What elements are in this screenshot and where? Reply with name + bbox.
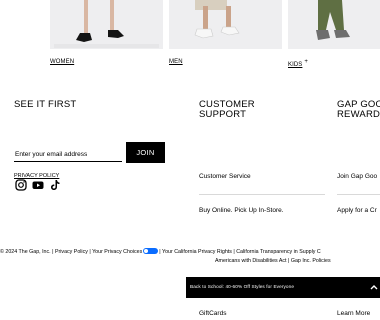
promo-text: Back to School: 40-60% Off Styles for Ev… bbox=[190, 284, 295, 289]
kids-product-image[interactable] bbox=[288, 0, 380, 49]
youtube-icon[interactable] bbox=[32, 179, 44, 191]
category-link-kids[interactable]: KIDS + bbox=[288, 59, 308, 68]
join-gap-good-rewards-link[interactable]: Join Gap Goo bbox=[337, 173, 377, 180]
learn-more-link[interactable]: Learn More bbox=[337, 310, 370, 317]
legal-text-end[interactable]: | Your California Privacy Rights | Calif… bbox=[159, 249, 320, 255]
men-product-image[interactable] bbox=[169, 0, 282, 49]
divider bbox=[199, 194, 325, 195]
customer-support-heading: CUSTOMER SUPPORT bbox=[199, 100, 255, 120]
rewards-heading: GAP GOO REWARDS bbox=[337, 100, 380, 120]
women-product-image[interactable] bbox=[50, 0, 163, 49]
customer-support-heading-line2: SUPPORT bbox=[199, 109, 247, 120]
join-button[interactable]: JOIN bbox=[126, 142, 165, 163]
buy-online-pick-up-link[interactable]: Buy Online. Pick Up In-Store. bbox=[199, 207, 284, 214]
privacy-choices-toggle-icon[interactable] bbox=[143, 248, 159, 254]
see-it-first-heading: SEE IT FIRST bbox=[14, 99, 77, 110]
rewards-heading-line2: REWARDS bbox=[337, 109, 380, 120]
email-field[interactable] bbox=[14, 150, 122, 162]
legal-row-2[interactable]: Americans with Disabilities Act | Gap In… bbox=[215, 257, 331, 266]
promo-banner[interactable]: Back to School: 40-60% Off Styles for Ev… bbox=[186, 277, 380, 298]
customer-service-link[interactable]: Customer Service bbox=[199, 173, 251, 180]
category-link-men[interactable]: MEN bbox=[169, 59, 183, 65]
tiktok-icon[interactable] bbox=[49, 179, 61, 191]
legal-row-1: © 2024 The Gap, Inc. | Privacy Policy | … bbox=[0, 248, 321, 257]
instagram-icon[interactable] bbox=[15, 179, 27, 191]
legal-text-start[interactable]: © 2024 The Gap, Inc. | Privacy Policy | … bbox=[0, 249, 142, 255]
gift-cards-link[interactable]: GiftCards bbox=[199, 310, 226, 317]
category-link-kids-label[interactable]: KIDS bbox=[288, 62, 302, 68]
divider bbox=[337, 194, 380, 195]
category-link-women[interactable]: WOMEN bbox=[50, 59, 74, 65]
plus-marker: + bbox=[304, 59, 309, 65]
chevron-up-icon[interactable] bbox=[369, 282, 379, 292]
apply-for-credit-card-link[interactable]: Apply for a Cr bbox=[337, 207, 377, 214]
